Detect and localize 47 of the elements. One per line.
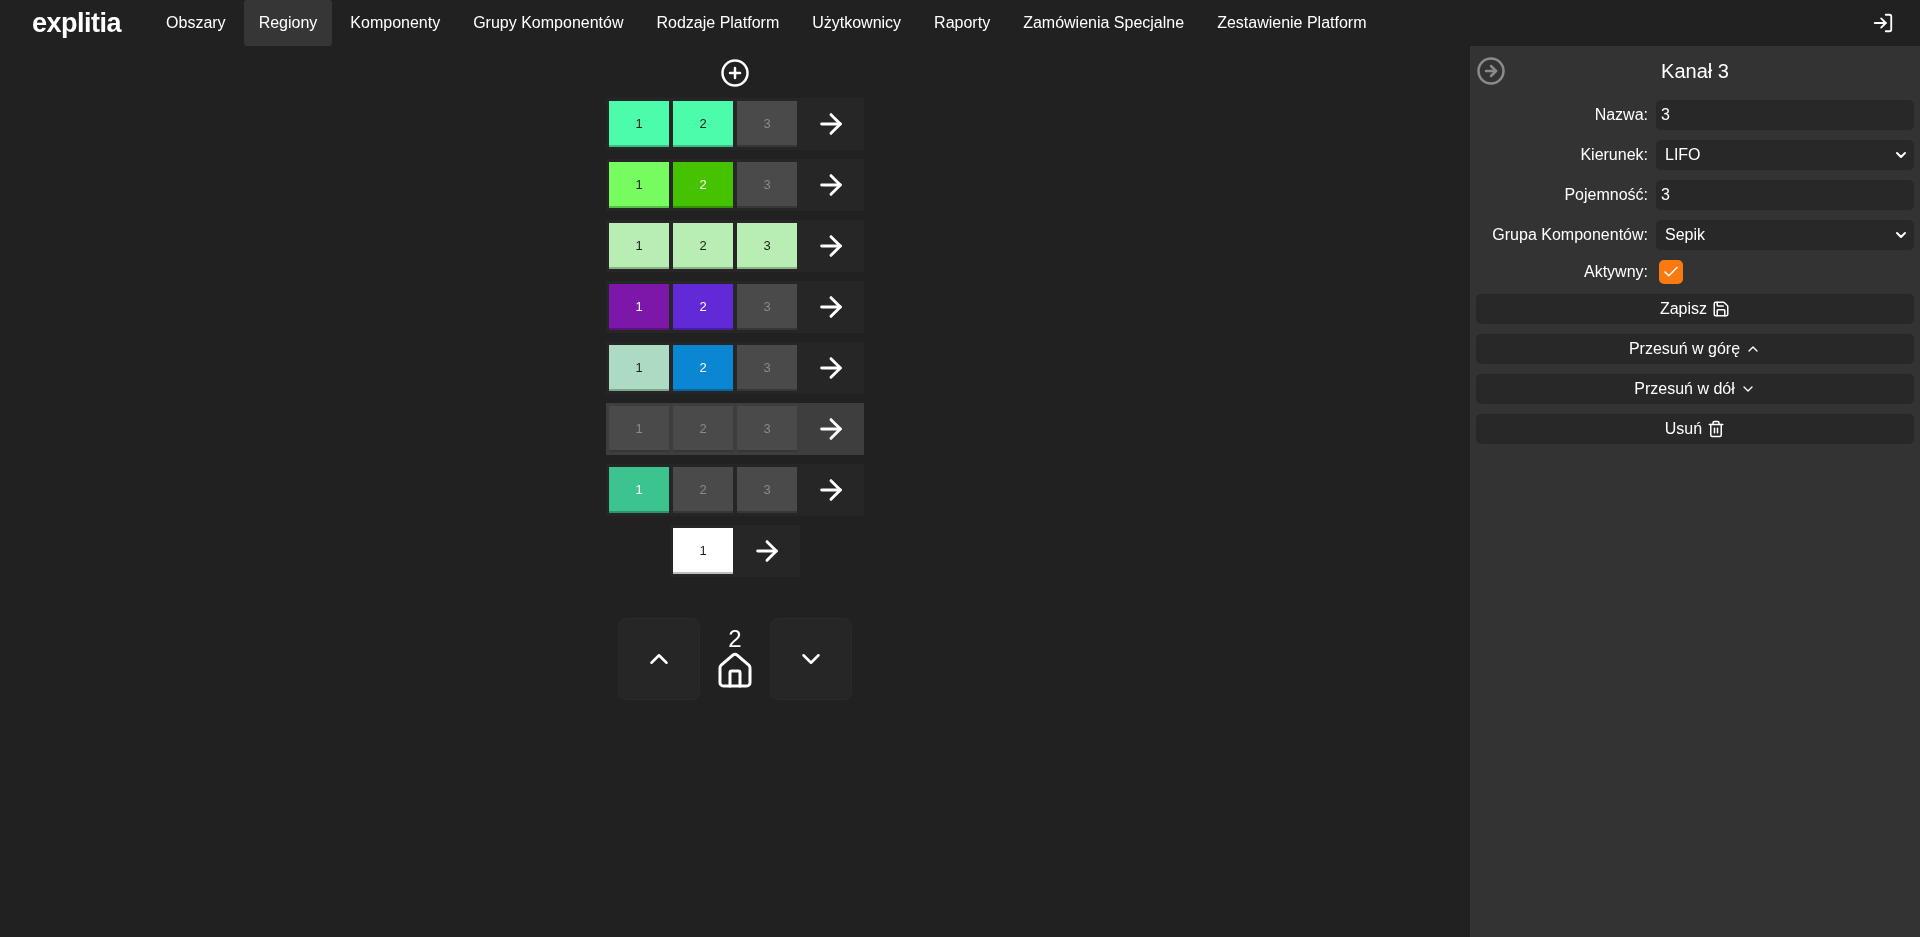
slot-cell[interactable]: 1 — [673, 528, 733, 574]
slot-cell[interactable]: 1 — [609, 345, 669, 391]
slot-cell[interactable]: 2 — [673, 284, 733, 330]
text-field[interactable]: 3 — [1656, 100, 1914, 130]
slot-cell[interactable]: 3 — [737, 223, 797, 269]
channel-row[interactable]: 1 2 3 — [606, 342, 864, 394]
select-field[interactable]: Sepik — [1656, 220, 1914, 250]
level-number: 2 — [728, 627, 742, 651]
panel-title: Kanał 3 — [1660, 59, 1730, 83]
slot-cell[interactable]: 2 — [673, 345, 733, 391]
field-label: Grupa Komponentów: — [1491, 226, 1648, 244]
field-label: Nazwa: — [1593, 106, 1648, 124]
channel-row[interactable]: 1 2 3 — [606, 220, 864, 272]
logo: explitia — [32, 7, 122, 39]
slot-cell[interactable]: 1 — [609, 162, 669, 208]
slot-cell[interactable]: 1 — [609, 101, 669, 147]
nav-tab[interactable]: Obszary — [151, 0, 241, 46]
nav-tab[interactable]: Rodzaje Platform — [641, 0, 795, 46]
slot-cell[interactable]: 2 — [673, 223, 733, 269]
nav-tab[interactable]: Zestawienie Platform — [1202, 0, 1382, 46]
logout-icon[interactable] — [1872, 12, 1894, 34]
panel-button[interactable]: Usuń — [1476, 414, 1914, 444]
field-label: Kierunek: — [1579, 146, 1648, 164]
nav-tab[interactable]: Komponenty — [335, 0, 456, 46]
field-label: Aktywny: — [1583, 263, 1648, 281]
select-field[interactable]: LIFO — [1656, 140, 1914, 170]
channel-row[interactable]: 1 2 3 — [606, 159, 864, 211]
panel-button[interactable]: Przesuń w dół — [1476, 374, 1914, 404]
nav-tab[interactable]: Regiony — [243, 0, 333, 46]
trash-icon — [1707, 420, 1726, 438]
channel-row[interactable]: 1 2 3 — [606, 98, 864, 150]
add-icon[interactable] — [720, 58, 750, 88]
channel-row[interactable]: 1 2 3 — [606, 281, 864, 333]
collapse-panel-icon[interactable] — [1476, 56, 1506, 86]
text-field[interactable]: 3 — [1656, 180, 1914, 210]
nav-tab[interactable]: Grupy Komponentów — [458, 0, 639, 46]
nav-tab[interactable]: Zamówienia Specjalne — [1008, 0, 1200, 46]
slot-cell[interactable]: 1 — [609, 223, 669, 269]
slot-cell[interactable]: 1 — [609, 284, 669, 330]
channel-row[interactable]: 1 — [670, 525, 800, 577]
nav-tab[interactable]: Użytkownicy — [797, 0, 917, 46]
slot-cell[interactable]: 2 — [673, 101, 733, 147]
checkbox[interactable] — [1659, 260, 1683, 284]
nav-tab[interactable]: Raporty — [919, 0, 1006, 46]
panel-button[interactable]: Zapisz — [1476, 294, 1914, 324]
field-label: Pojemność: — [1563, 186, 1648, 204]
panel-button[interactable]: Przesuń w górę — [1476, 334, 1914, 364]
